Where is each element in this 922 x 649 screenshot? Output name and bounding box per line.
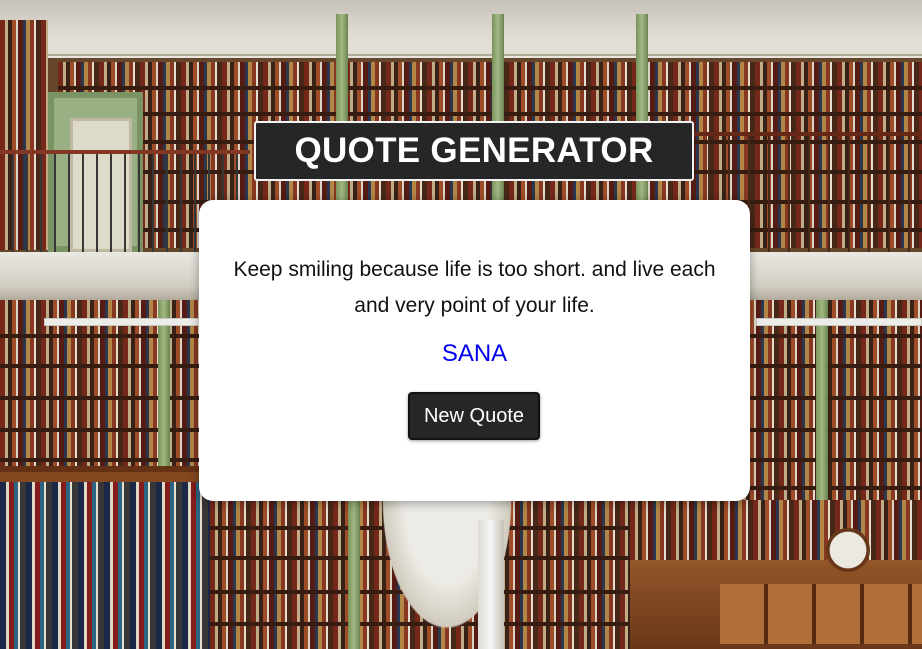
quote-text: Keep smiling because life is too short. … <box>233 258 716 317</box>
quote-author: SANA <box>441 340 508 367</box>
page-title: QUOTE GENERATOR <box>294 131 654 170</box>
new-quote-button[interactable]: New Quote <box>408 392 540 440</box>
quote-card: Keep smiling because life is too short. … <box>199 200 750 501</box>
title-banner: QUOTE GENERATOR <box>254 121 694 181</box>
